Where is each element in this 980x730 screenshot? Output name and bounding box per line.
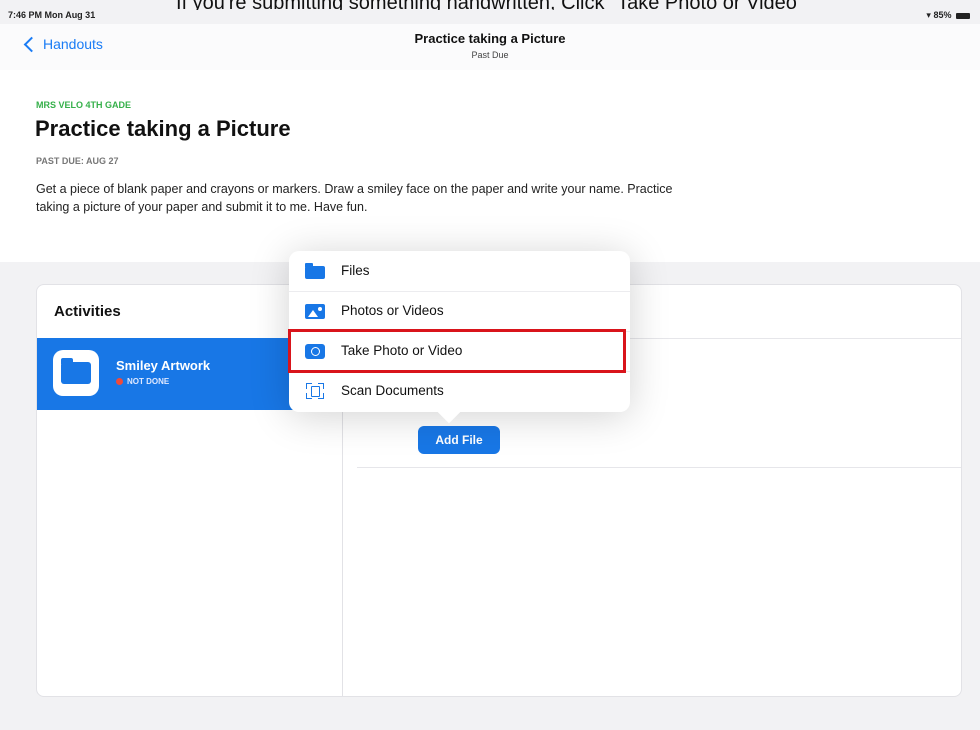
menu-item-take-photo-or-video[interactable]: Take Photo or Video [289,331,630,372]
status-time: 7:46 PM Mon Aug 31 [8,10,95,20]
battery-percent: 85% [933,10,952,20]
divider [357,467,961,468]
folder-icon [53,350,99,396]
menu-item-label: Scan Documents [341,383,444,398]
battery-icon [956,12,970,19]
activities-heading: Activities [54,303,121,320]
menu-item-scan-documents[interactable]: Scan Documents [289,371,630,411]
status-right: ▾ 85% [926,10,970,21]
add-file-button[interactable]: Add File [418,426,500,454]
due-date: PAST DUE: AUG 27 [36,156,119,166]
status-dot-icon [116,378,123,385]
class-name: MRS VELO 4TH GADE [36,100,132,110]
activity-status: NOT DONE [116,377,169,386]
status-clock: 7:46 PM [8,10,43,20]
camera-icon [305,342,325,360]
status-bar: 7:46 PM Mon Aug 31 ▾ 85% [0,10,980,22]
menu-item-label: Photos or Videos [341,303,444,318]
status-date: Mon Aug 31 [44,10,96,20]
nav-subtitle: Past Due [471,50,509,60]
folder-icon [305,262,325,280]
menu-item-files[interactable]: Files [289,251,630,292]
assignment-header: MRS VELO 4TH GADE Practice taking a Pict… [0,70,980,262]
page-title: Practice taking a Picture [35,116,291,141]
scan-icon [305,382,325,400]
activity-status-label: NOT DONE [127,377,170,386]
menu-item-label: Take Photo or Video [341,343,463,358]
assignment-description: Get a piece of blank paper and crayons o… [36,182,673,214]
nav-title: Practice taking a Picture [414,31,566,46]
menu-item-photos-or-videos[interactable]: Photos or Videos [289,291,630,332]
add-file-menu: Files Photos or Videos Take Photo or Vid… [289,251,630,412]
activity-name: Smiley Artwork [116,358,211,373]
navigation-bar: Handouts Practice taking a Picture Past … [0,24,980,71]
menu-item-label: Files [341,263,370,278]
wifi-icon: ▾ [926,10,931,20]
instruction-caption: If you're submitting something handwritt… [0,0,980,10]
photo-icon [305,302,325,320]
